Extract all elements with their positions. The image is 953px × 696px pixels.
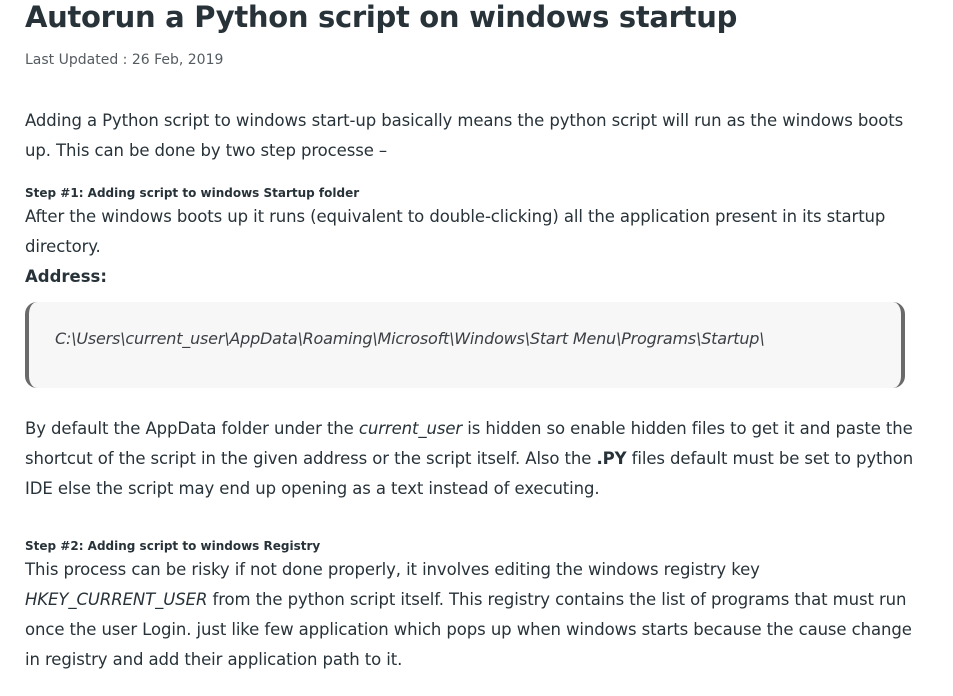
intro-line-1: Adding a Python script to windows start-… (25, 111, 904, 130)
step1-line-2: directory. (25, 237, 101, 256)
note-line-2-end: files default must be set to python (626, 449, 914, 468)
address-label: Address: (25, 267, 107, 286)
note-line-1-end: is hidden so enable hidden files to get … (462, 419, 913, 438)
intro-paragraph: Adding a Python script to windows start-… (25, 106, 915, 166)
article-title: Autorun a Python script on windows start… (25, 0, 738, 34)
address-code-block: C:\Users\current_user\AppData\Roaming\Mi… (25, 302, 905, 388)
step2-line-3: once the user Login. just like few appli… (25, 620, 912, 639)
article: Autorun a Python script on windows start… (25, 0, 915, 675)
step2-line-2-end: from the python script itself. This regi… (207, 590, 907, 609)
registry-key-term: HKEY_CURRENT_USER (25, 590, 208, 609)
note-line-1-start: By default the AppData folder under the (25, 419, 359, 438)
step1-paragraph: After the windows boots up it runs (equi… (25, 202, 915, 262)
current-user-term: current_user (358, 419, 463, 438)
last-updated: Last Updated : 26 Feb, 2019 (25, 52, 224, 68)
step1-line-1: After the windows boots up it runs (equi… (25, 207, 886, 226)
step2-heading: Step #2: Adding script to windows Regist… (25, 539, 321, 553)
intro-line-2: up. This can be done by two step process… (25, 141, 388, 160)
note-line-2-start: shortcut of the script in the given addr… (25, 449, 597, 468)
address-code: C:\Users\current_user\AppData\Roaming\Mi… (55, 329, 765, 348)
note-line-3: IDE else the script may end up opening a… (25, 479, 600, 498)
hidden-files-note: By default the AppData folder under the … (25, 414, 915, 504)
py-extension-term: .PY (596, 449, 627, 468)
step2-line-4: in registry and add their application pa… (25, 650, 403, 669)
step2-paragraph: This process can be risky if not done pr… (25, 555, 915, 675)
step2-line-1: This process can be risky if not done pr… (25, 560, 760, 579)
step1-heading: Step #1: Adding script to windows Startu… (25, 186, 360, 200)
